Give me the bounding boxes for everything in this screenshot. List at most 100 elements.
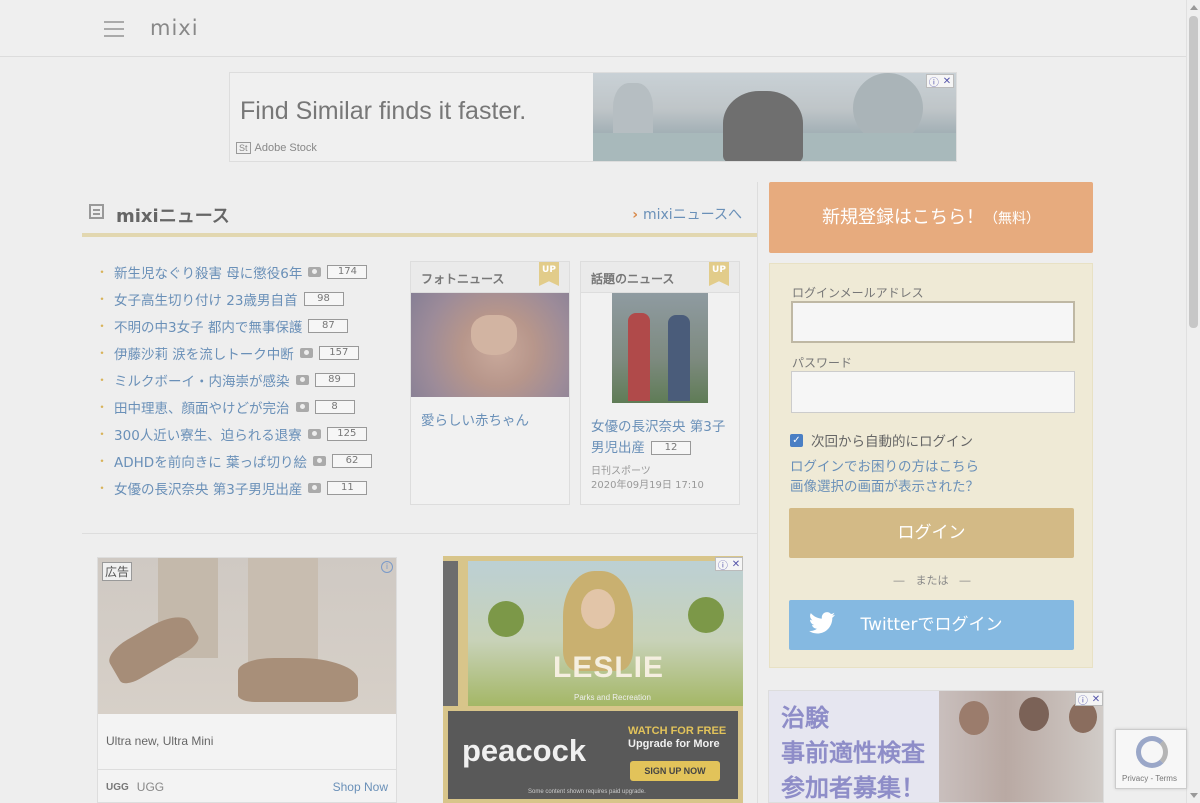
login-button[interactable]: ログイン (789, 508, 1074, 558)
comment-count[interactable]: 87 (308, 318, 349, 333)
hamburger-menu-icon[interactable] (104, 21, 124, 37)
or-separator: ― または ― (893, 574, 971, 587)
comment-count[interactable]: 89 (314, 372, 355, 387)
topic-news-card[interactable]: 話題のニュース UP 女優の長沢奈央 第3子男児出産 12 日刊スポーツ 2020… (580, 261, 740, 505)
news-section-header: mixiニュース mixiニュースへ (82, 195, 758, 237)
topic-news-title[interactable]: 女優の長沢奈央 第3子男児出産 12 (581, 403, 739, 459)
comment-count[interactable]: 157 (318, 345, 359, 360)
bullet: ・ (96, 481, 109, 495)
ad-headline: Find Similar finds it faster. (240, 97, 527, 125)
comment-count[interactable]: 125 (326, 426, 367, 441)
ugg-ad[interactable]: 広告 i Ultra new, Ultra Mini UGG UGG Shop … (97, 557, 397, 803)
scroll-up-arrow-icon[interactable] (1190, 5, 1198, 10)
bullet: ・ (96, 319, 109, 333)
comment-count[interactable]: 8 (314, 399, 355, 414)
vertical-scrollbar[interactable] (1186, 0, 1200, 803)
top-banner-ad[interactable]: Find Similar finds it faster. St Adobe S… (229, 72, 957, 162)
scroll-down-arrow-icon[interactable] (1190, 793, 1198, 798)
news-date: 2020年09月19日 17:10 (591, 480, 704, 491)
ad-brand-name: Adobe Stock (254, 142, 317, 154)
top-header: mixi (0, 0, 1186, 57)
news-item-title[interactable]: 女子高生切り付け 23歳男自首 (114, 289, 297, 309)
photo-news-title[interactable]: 愛らしい赤ちゃん (411, 397, 569, 432)
photo-news-card[interactable]: フォトニュース UP 愛らしい赤ちゃん (410, 261, 570, 505)
image-select-help-link[interactable]: 画像選択の画面が表示された？ (790, 475, 979, 495)
bullet: ・ (96, 400, 109, 414)
news-item-title[interactable]: 300人近い寮生、迫られる退寮 (114, 424, 302, 444)
section-divider (82, 533, 758, 534)
news-item-title[interactable]: ミルクボーイ・内海崇が感染 (114, 370, 290, 390)
comment-count[interactable]: 62 (331, 453, 372, 468)
peacock-line1: WATCH FOR FREE (628, 725, 727, 737)
news-item[interactable]: ・女子高生切り付け 23歳男自首 98 (96, 285, 406, 312)
remember-me[interactable]: ✓ 次回から自動的にログイン (790, 430, 973, 450)
news-item-title[interactable]: 不明の中3女子 都内で無事保護 (114, 316, 302, 336)
news-item[interactable]: ・ 300人近い寮生、迫られる退寮 125 (96, 420, 406, 447)
poster-subtitle: Parks and Recreation (574, 693, 651, 702)
adobe-stock-logo-icon: St (236, 142, 251, 154)
peacock-logo: peacock (462, 733, 587, 768)
camera-icon (308, 482, 322, 493)
news-item[interactable]: ・ ADHDを前向きに 葉っぱ切り絵 62 (96, 447, 406, 474)
recaptcha-badge[interactable]: Privacy - Terms (1115, 729, 1187, 789)
bullet: ・ (96, 292, 109, 306)
comment-count[interactable]: 174 (327, 264, 368, 279)
adchoices-icon[interactable]: ⓘ ✕ (1075, 692, 1103, 707)
email-label: ログインメールアドレス (792, 286, 924, 300)
news-item[interactable]: ・田中理恵、顔面やけどが完治 8 (96, 393, 406, 420)
ugg-logo-icon: UGG (106, 781, 129, 793)
ad-info-icon[interactable]: i (381, 561, 393, 573)
password-field[interactable] (791, 371, 1075, 413)
news-more-link[interactable]: mixiニュースへ (632, 204, 742, 224)
mixi-logo[interactable]: mixi (150, 16, 199, 40)
ugg-ad-footer: UGG UGG Shop Now (98, 770, 396, 802)
login-form: ログインメールアドレス パスワード ✓ 次回から自動的にログイン ログインでお困… (769, 263, 1093, 668)
recaptcha-terms[interactable]: Privacy - Terms (1122, 774, 1177, 783)
twitter-login-button[interactable]: Twitterでログイン (789, 600, 1074, 650)
camera-icon (299, 347, 313, 358)
comment-count[interactable]: 11 (327, 480, 368, 495)
login-help-link[interactable]: ログインでお困りの方はこちら (790, 455, 979, 475)
email-field[interactable] (791, 301, 1075, 343)
up-badge: UP (709, 262, 729, 286)
leslie-poster[interactable]: LESLIE Parks and Recreation (468, 561, 743, 706)
news-item[interactable]: ・新生児なぐり殺害 母に懲役6年 174 (96, 258, 406, 285)
news-item[interactable]: ・不明の中3女子 都内で無事保護 87 (96, 312, 406, 339)
comment-count[interactable]: 98 (303, 291, 344, 306)
camera-icon (295, 374, 309, 385)
news-item-title[interactable]: 田中理恵、顔面やけどが完治 (114, 397, 290, 417)
twitter-bird-icon (809, 612, 835, 634)
clinical-trial-ad[interactable]: 治験 事前適性検査 参加者募集！ ⓘ ✕ (768, 690, 1104, 803)
bullet: ・ (96, 427, 109, 441)
bullet: ・ (96, 454, 109, 468)
poster-title: LESLIE (553, 651, 665, 684)
adchoices-icon[interactable]: ⓘ ✕ (715, 557, 743, 572)
news-item[interactable]: ・ミルクボーイ・内海崇が感染 89 (96, 366, 406, 393)
sign-up-button[interactable]: SIGN UP NOW (630, 761, 720, 781)
adchoices-icon[interactable]: ⓘ ✕ (926, 74, 954, 89)
peacock-line2: Upgrade for More (628, 738, 720, 750)
register-button[interactable]: 新規登録はこちら！（無料） (769, 182, 1093, 253)
scrollbar-thumb[interactable] (1189, 16, 1198, 328)
photo-news-head: フォトニュース UP (411, 262, 569, 293)
comment-count[interactable]: 12 (651, 441, 691, 455)
news-item[interactable]: ・伊藤沙莉 涙を流しトーク中断 157 (96, 339, 406, 366)
kitten-photo[interactable] (411, 293, 569, 397)
ad-brand: St Adobe Stock (236, 142, 317, 154)
ugg-ad-caption[interactable]: Ultra new, Ultra Mini (98, 714, 396, 770)
remember-label: 次回から自動的にログイン (811, 434, 973, 450)
news-item-title[interactable]: 伊藤沙莉 涙を流しトーク中断 (114, 343, 294, 363)
news-item[interactable]: ・女優の長沢奈央 第3子男児出産 11 (96, 474, 406, 501)
topic-news-photo[interactable] (612, 293, 708, 403)
ugg-brand: UGG (136, 780, 165, 794)
news-item-title[interactable]: 新生児なぐり殺害 母に懲役6年 (114, 262, 302, 282)
peacock-lower: peacock WATCH FOR FREE Upgrade for More … (448, 711, 738, 799)
ugg-boots-photo[interactable] (98, 558, 396, 714)
news-item-title[interactable]: 女優の長沢奈央 第3子男児出産 (114, 478, 302, 498)
news-item-title[interactable]: ADHDを前向きに 葉っぱ切り絵 (114, 451, 307, 471)
shop-now-link[interactable]: Shop Now (333, 780, 388, 794)
clinic-ad-photo (939, 691, 1103, 802)
peacock-fine-print: Some content shown requires paid upgrade… (528, 789, 646, 795)
peacock-ad[interactable]: LESLIE Parks and Recreation peacock WATC… (443, 556, 743, 803)
remember-checkbox[interactable]: ✓ (790, 433, 803, 447)
